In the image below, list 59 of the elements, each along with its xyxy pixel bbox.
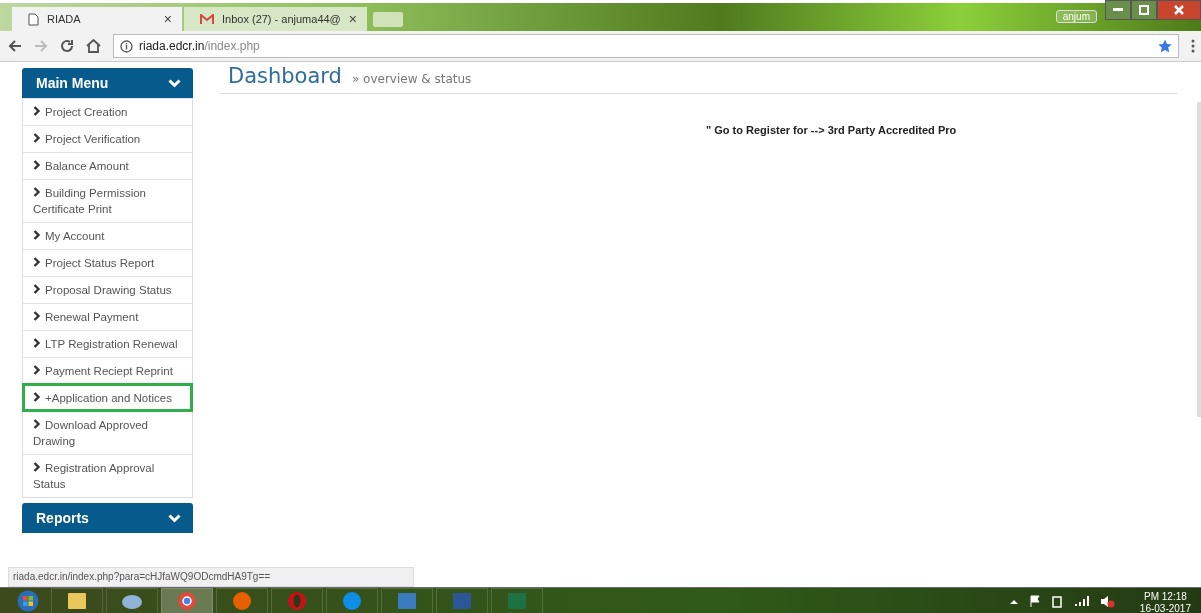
taskbar-app-icon[interactable] <box>161 587 213 613</box>
home-icon[interactable] <box>86 39 101 53</box>
reload-icon[interactable] <box>60 39 74 53</box>
menu-item[interactable]: Proposal Drawing Status <box>23 276 192 303</box>
clock-time: PM 12:18 <box>1144 590 1187 603</box>
menu-header[interactable]: Main Menu <box>22 68 193 98</box>
reports-header[interactable]: Reports <box>22 503 193 533</box>
info-icon <box>120 39 133 53</box>
tab-title: RIADA <box>47 13 82 25</box>
page-icon <box>28 12 39 26</box>
close-icon[interactable]: × <box>163 11 172 27</box>
chevron-right-icon <box>33 311 41 321</box>
notice-text: " Go to Register for --> 3rd Party Accredited Pro <box>706 124 957 136</box>
minimize-icon[interactable] <box>1105 0 1131 20</box>
chevron-right-icon <box>33 257 41 267</box>
close-icon[interactable]: × <box>348 11 357 27</box>
menu-item[interactable]: Building Permission Certificate Print <box>23 179 192 222</box>
chevron-down-icon <box>168 78 181 88</box>
menu-icon[interactable] <box>1191 39 1195 53</box>
clock-date: 16-03-2017 <box>1139 602 1191 613</box>
taskbar-app-icon[interactable] <box>51 587 103 613</box>
chevron-right-icon <box>33 187 41 197</box>
menu-item[interactable]: Registration Approval Status <box>23 454 192 497</box>
chevron-down-icon <box>168 513 181 523</box>
restore-icon[interactable] <box>1131 0 1157 20</box>
chevron-right-icon <box>33 284 41 294</box>
menu-item[interactable]: Project Verification <box>23 125 192 152</box>
menu-item[interactable]: Project Status Report <box>23 249 192 276</box>
back-icon[interactable] <box>8 39 22 53</box>
address-field[interactable]: riada.edcr.in/index.php <box>113 34 1179 58</box>
chevron-right-icon <box>33 419 41 429</box>
tab-title: Inbox (27) - anjuma44@ <box>222 13 341 25</box>
chevron-right-icon <box>33 338 41 348</box>
chevron-right-icon <box>33 392 41 402</box>
chevron-right-icon <box>33 133 41 143</box>
menu-item[interactable]: Payment Reciept Reprint <box>23 357 192 384</box>
page-subtitle: » overview & status <box>351 72 472 86</box>
menu-item[interactable]: +Application and Notices <box>23 384 192 411</box>
menu-item[interactable]: Project Creation <box>23 98 192 125</box>
browser-tab[interactable]: RIADA × <box>12 7 182 31</box>
page-title: Dashboard <box>228 64 342 88</box>
star-icon[interactable] <box>1158 39 1172 53</box>
browser-tab[interactable]: Inbox (27) - anjuma44@ × <box>184 7 367 31</box>
menu-item[interactable]: My Account <box>23 222 192 249</box>
mail-icon <box>200 13 214 25</box>
taskbar-app-icon[interactable] <box>326 587 378 613</box>
taskbar-app-icon[interactable] <box>216 587 268 613</box>
menu-item[interactable]: LTP Registration Renewal <box>23 330 192 357</box>
chevron-right-icon <box>33 106 41 116</box>
menu-item[interactable]: Balance Amount <box>23 152 192 179</box>
menu-item[interactable]: Download Approved Drawing <box>23 411 192 454</box>
status-url: riada.edcr.in/index.php?para=cHJfaWQ9ODcmdHA9Tg== <box>8 567 414 587</box>
close-icon[interactable] <box>1157 0 1201 20</box>
taskbar-app-icon[interactable] <box>106 587 158 613</box>
chevron-right-icon <box>33 230 41 240</box>
chevron-right-icon <box>33 365 41 375</box>
menu-item[interactable]: Renewal Payment <box>23 303 192 330</box>
chevron-right-icon <box>33 462 41 472</box>
chevron-right-icon <box>33 160 41 170</box>
